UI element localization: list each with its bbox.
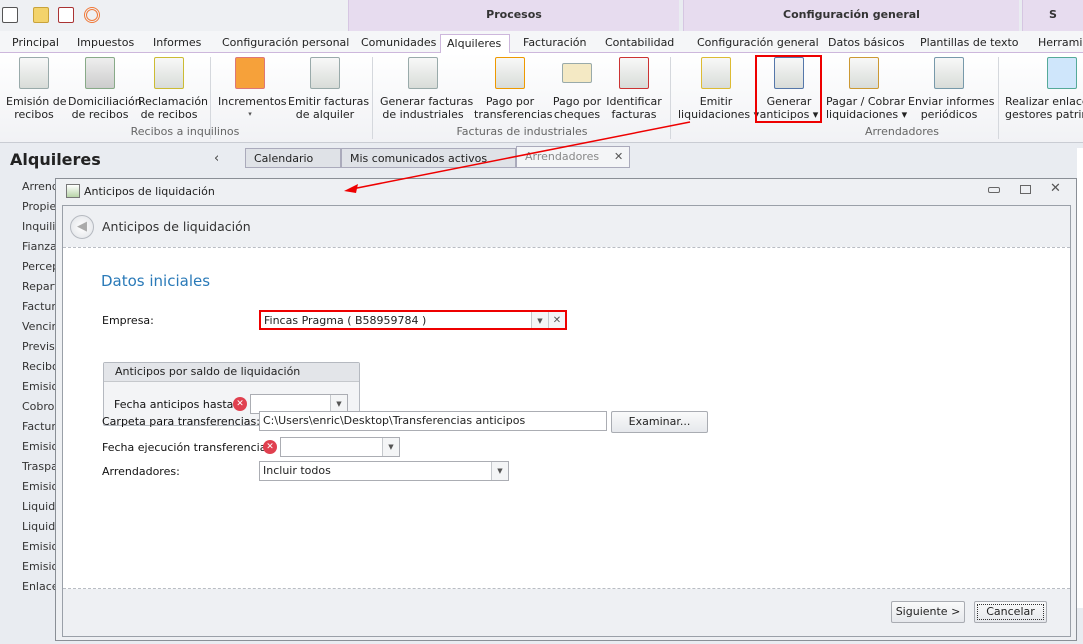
annotation-arrow	[344, 121, 691, 193]
